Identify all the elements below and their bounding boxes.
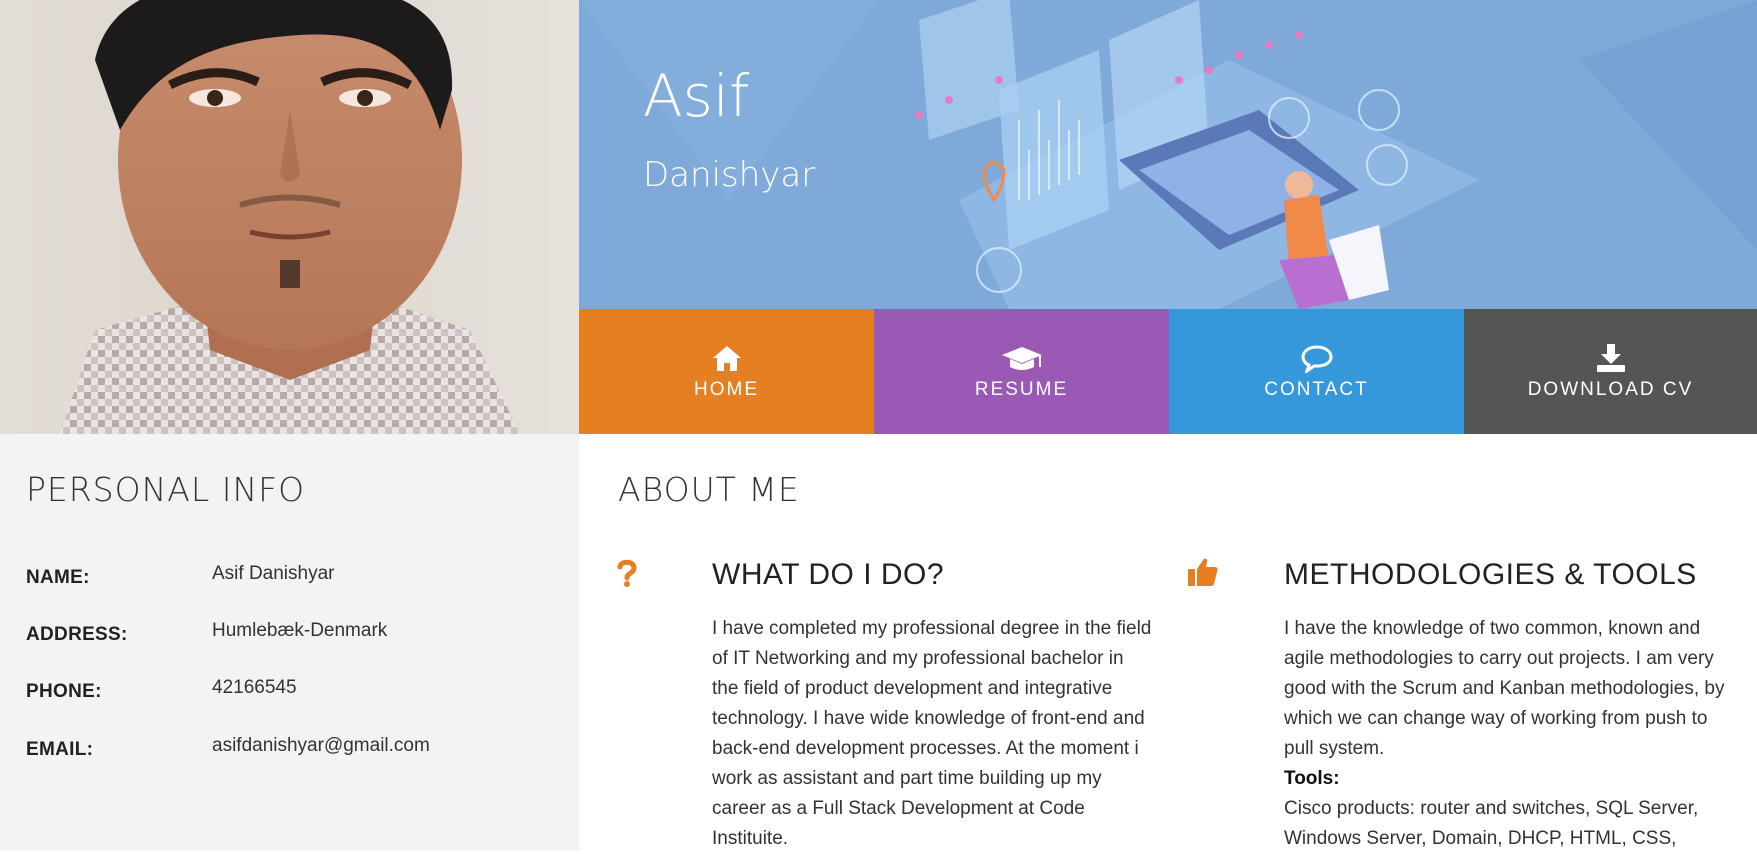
nav-download-cv[interactable]: DOWNLOAD CV <box>1464 309 1757 434</box>
speech-bubble-icon <box>1300 344 1333 373</box>
what-do-i-do-paragraph: I have completed my professional degree … <box>712 618 1152 849</box>
tools-paragraph: Cisco products: router and switches, SQL… <box>1284 798 1699 849</box>
phone-value: 42166545 <box>212 677 297 698</box>
hero-first-name: Asif <box>643 62 750 130</box>
personal-info-section: PERSONAL INFO NAME: Asif Danishyar ADDRE… <box>0 434 579 851</box>
email-label: EMAIL: <box>26 739 94 760</box>
phone-label: PHONE: <box>26 681 102 702</box>
name-label: NAME: <box>26 567 90 588</box>
address-label: ADDRESS: <box>26 624 128 645</box>
nav-download-cv-label: DOWNLOAD CV <box>1527 378 1694 400</box>
nav-contact[interactable]: CONTACT <box>1169 309 1464 434</box>
about-title: ABOUT ME <box>618 470 800 509</box>
nav-resume-label: RESUME <box>974 378 1069 400</box>
info-row-email: EMAIL: asifdanishyar@gmail.com <box>26 735 566 765</box>
hero-banner: Asif Danishyar <box>579 0 1757 309</box>
methodologies-tools-title: METHODOLOGIES & TOOLS <box>1284 558 1697 591</box>
info-row-address: ADDRESS: Humlebæk-Denmark <box>26 620 566 650</box>
nav-contact-label: CONTACT <box>1264 378 1369 400</box>
main-nav: HOME RESUME CONTACT DOWNLOAD CV <box>579 309 1757 434</box>
question-mark-icon <box>617 559 637 587</box>
email-value: asifdanishyar@gmail.com <box>212 735 430 756</box>
address-value: Humlebæk-Denmark <box>212 620 388 641</box>
about-section: ABOUT ME WHAT DO I DO? I have completed … <box>579 434 1757 851</box>
graduation-cap-icon <box>1001 346 1042 370</box>
methodologies-tools-text: I have the knowledge of two common, know… <box>1284 614 1734 854</box>
download-icon <box>1596 343 1625 372</box>
personal-info-title: PERSONAL INFO <box>26 470 306 509</box>
home-icon <box>712 345 741 371</box>
hero-last-name: Danishyar <box>643 155 816 195</box>
what-do-i-do-title: WHAT DO I DO? <box>712 558 945 591</box>
thumbs-up-icon <box>1188 558 1218 586</box>
left-column: PERSONAL INFO NAME: Asif Danishyar ADDRE… <box>0 0 579 851</box>
name-value: Asif Danishyar <box>212 563 335 584</box>
tools-label: Tools: <box>1284 768 1340 789</box>
nav-resume[interactable]: RESUME <box>874 309 1169 434</box>
info-row-phone: PHONE: 42166545 <box>26 677 566 707</box>
nav-home-label: HOME <box>694 378 759 400</box>
methodologies-paragraph: I have the knowledge of two common, know… <box>1284 618 1725 759</box>
info-row-name: NAME: Asif Danishyar <box>26 563 566 593</box>
nav-home[interactable]: HOME <box>579 309 874 434</box>
profile-photo <box>0 0 579 434</box>
what-do-i-do-text: I have completed my professional degree … <box>712 614 1152 854</box>
